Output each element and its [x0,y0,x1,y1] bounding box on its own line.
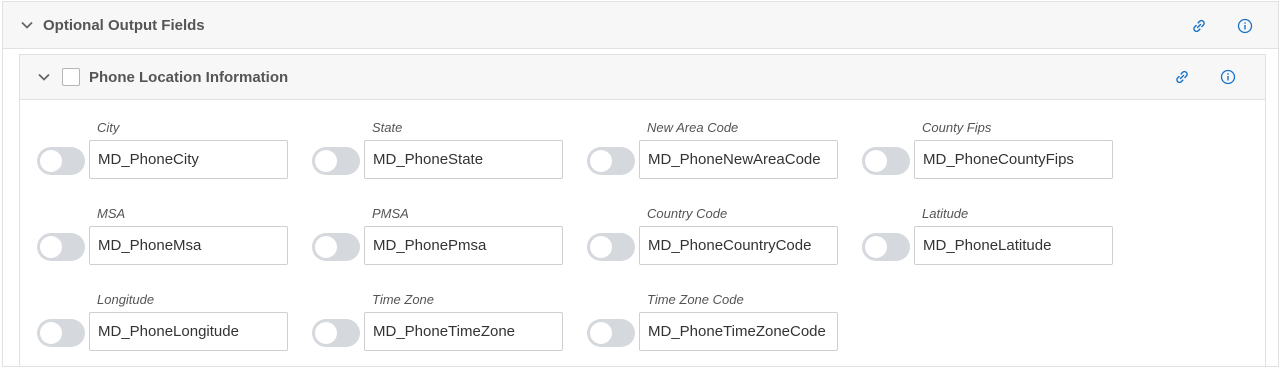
field-label: State [372,120,403,135]
phone-location-group: Phone Location Information City MD_Phone… [19,54,1266,367]
field-label: Time Zone Code [647,292,744,307]
field-label: Latitude [922,206,969,221]
link-icon[interactable] [1174,69,1190,85]
field-toggle[interactable] [862,147,910,175]
field-county-fips: County Fips [862,118,1122,180]
link-icon[interactable] [1191,18,1207,34]
field-latitude: Latitude [862,204,1122,266]
field-input[interactable] [639,226,838,265]
field-label: Time Zone [372,292,435,307]
field-toggle[interactable] [312,319,360,347]
info-icon[interactable] [1220,69,1236,85]
field-toggle[interactable] [862,233,910,261]
chevron-down-icon[interactable] [19,17,35,33]
field-input[interactable] [89,140,288,179]
field-toggle[interactable] [37,319,85,347]
field-pmsa: PMSA [312,204,572,266]
field-label: City [97,120,120,135]
field-input[interactable] [364,226,563,265]
field-input[interactable] [364,140,563,179]
field-label: MSA [97,206,126,221]
field-city: City [37,118,297,180]
field-country-code: Country Code [587,204,847,266]
info-icon[interactable] [1237,18,1253,34]
field-new-area-code: New Area Code [587,118,847,180]
field-toggle[interactable] [37,233,85,261]
field-state: State [312,118,572,180]
section-header: Optional Output Fields [3,2,1278,49]
field-time-zone: Time Zone [312,290,572,352]
field-input[interactable] [639,312,838,351]
section-title: Optional Output Fields [43,17,205,34]
field-msa: MSA [37,204,297,266]
field-label: PMSA [372,206,409,221]
field-time-zone-code: Time Zone Code [587,290,847,352]
optional-output-fields-section: Optional Output Fields Phone Location In… [2,1,1279,367]
field-input[interactable] [89,226,288,265]
chevron-down-icon[interactable] [36,69,52,85]
group-title: Phone Location Information [89,69,289,86]
field-input[interactable] [639,140,838,179]
field-label: New Area Code [647,120,739,135]
field-toggle[interactable] [37,147,85,175]
field-toggle[interactable] [587,147,635,175]
field-input[interactable] [89,312,288,351]
field-toggle[interactable] [587,233,635,261]
field-input[interactable] [914,226,1113,265]
group-header: Phone Location Information [20,55,1265,100]
field-label: Longitude [97,292,155,307]
field-label: Country Code [647,206,728,221]
field-input[interactable] [364,312,563,351]
field-toggle[interactable] [587,319,635,347]
field-toggle[interactable] [312,147,360,175]
field-label: County Fips [922,120,992,135]
field-toggle[interactable] [312,233,360,261]
field-input[interactable] [914,140,1113,179]
group-select-checkbox[interactable] [62,68,80,86]
field-longitude: Longitude [37,290,297,352]
